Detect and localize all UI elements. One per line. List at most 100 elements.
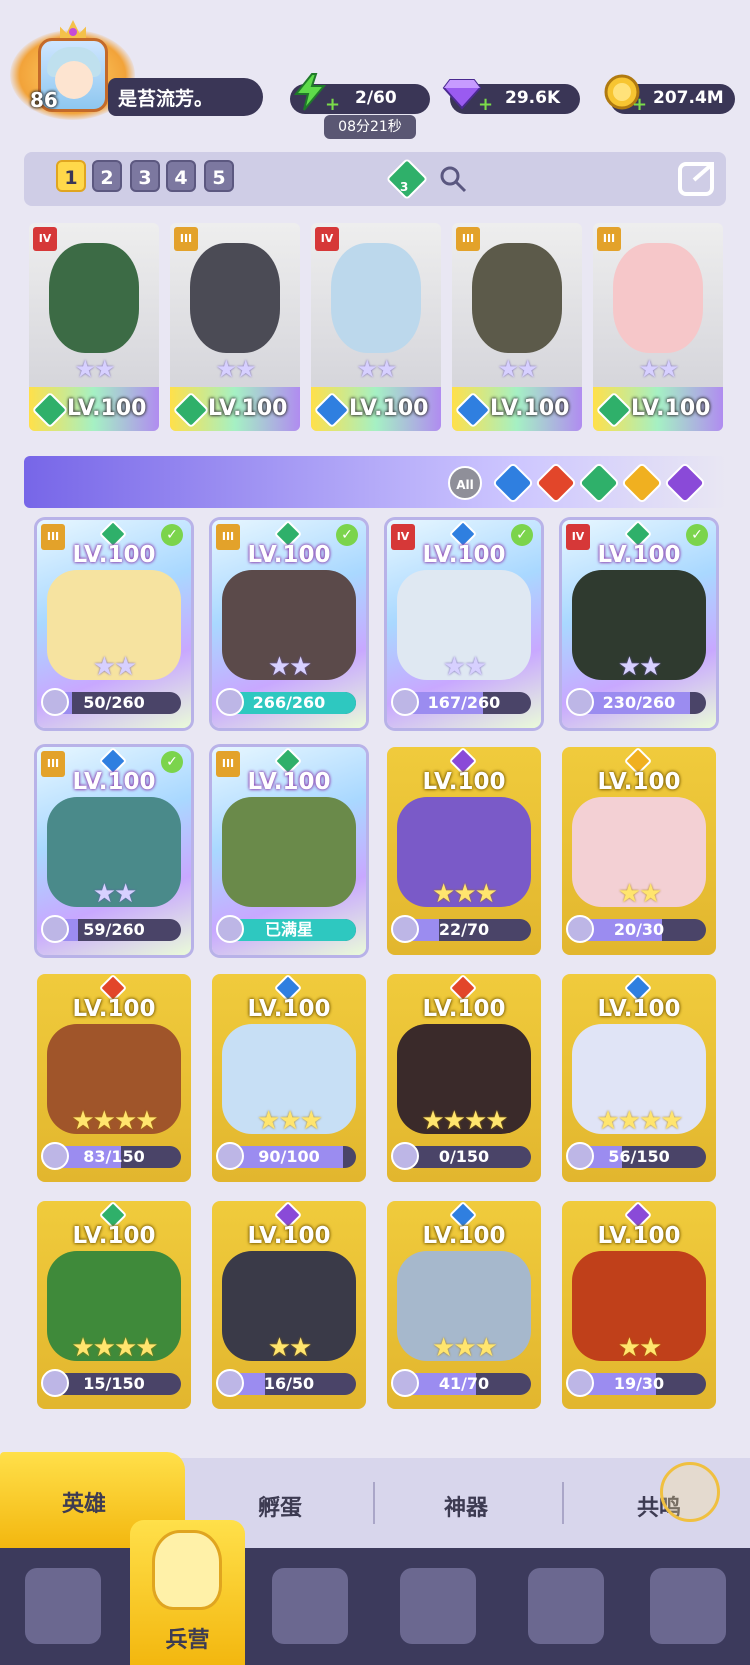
filter-bar xyxy=(24,456,726,508)
hero-card[interactable]: III ✓ LV.100 ★★ 266/260 xyxy=(212,520,366,728)
hero-card[interactable]: LV.100 ★★★★ 83/150 xyxy=(37,974,191,1182)
hero-level: LV.100 xyxy=(72,996,156,1022)
hero-card[interactable]: LV.100 ★★ 16/50 xyxy=(212,1201,366,1409)
energy-plus-icon[interactable]: + xyxy=(325,96,340,114)
hero-card[interactable]: LV.100 ★★ 19/30 xyxy=(562,1201,716,1409)
shard-count: 59/260 xyxy=(83,920,145,939)
team-element-count: 3 xyxy=(400,180,409,194)
hero-level: LV.100 xyxy=(597,542,681,568)
gem-icon xyxy=(442,79,482,110)
rank-badge: IV xyxy=(33,227,57,251)
gem-value: 29.6K xyxy=(505,88,561,108)
star-rating: ★★★ xyxy=(432,879,498,909)
shard-count: 0/150 xyxy=(438,1147,490,1166)
star-rating: ★★ xyxy=(617,879,663,909)
hero-card[interactable]: III LV.100 已满星 xyxy=(212,747,366,955)
team-slot-2[interactable]: III ★★ LV.100 xyxy=(170,223,300,431)
energy-bolt-icon xyxy=(293,73,327,111)
energy-value: 2/60 xyxy=(355,88,397,108)
hero-level: LV.100 xyxy=(422,996,506,1022)
gold-value: 207.4M xyxy=(653,88,724,108)
shard-count: 90/100 xyxy=(258,1147,320,1166)
search-icon[interactable] xyxy=(438,164,468,194)
team-level: LV.100 xyxy=(208,396,288,421)
team-slot-4[interactable]: III ★★ LV.100 xyxy=(452,223,582,431)
hero-level: LV.100 xyxy=(422,542,506,568)
hero-level: LV.100 xyxy=(422,1223,506,1249)
hero-portrait xyxy=(222,797,356,907)
hero-level: LV.100 xyxy=(247,1223,331,1249)
hero-card[interactable]: LV.100 ★★★ 90/100 xyxy=(212,974,366,1182)
team-slot-1[interactable]: IV ★★ LV.100 xyxy=(29,223,159,431)
star-rating: ★★ xyxy=(74,355,115,383)
hero-card[interactable]: III ✓ LV.100 ★★ 50/260 xyxy=(37,520,191,728)
star-rating: ★★ xyxy=(267,652,313,682)
shard-count: 15/150 xyxy=(83,1374,145,1393)
shard-count: 已满星 xyxy=(264,920,313,939)
team-slot-3[interactable]: IV ★★ LV.100 xyxy=(311,223,441,431)
star-rating: ★★ xyxy=(442,652,488,682)
hero-level: LV.100 xyxy=(597,769,681,795)
share-icon[interactable] xyxy=(676,156,720,200)
star-rating: ★★ xyxy=(356,355,397,383)
hero-card[interactable]: IV ✓ LV.100 ★★ 167/260 xyxy=(387,520,541,728)
hero-card[interactable]: LV.100 ★★★ 22/70 xyxy=(387,747,541,955)
hero-level: LV.100 xyxy=(72,542,156,568)
bottom-nav xyxy=(0,1548,750,1665)
team-tab-5[interactable]: 5 xyxy=(204,160,234,192)
hero-level: LV.100 xyxy=(247,769,331,795)
star-rating: ★★★ xyxy=(432,1333,498,1363)
hero-card[interactable]: LV.100 ★★★★ 0/150 xyxy=(387,974,541,1182)
team-level: LV.100 xyxy=(631,396,711,421)
filter-all-button[interactable]: All xyxy=(448,466,482,500)
shard-count: 22/70 xyxy=(438,920,490,939)
nav-map-icon[interactable] xyxy=(272,1568,348,1644)
divider xyxy=(373,1482,375,1524)
rank-badge: III xyxy=(456,227,480,251)
team-tab-1[interactable]: 1 xyxy=(56,160,86,192)
gold-plus-icon[interactable]: + xyxy=(632,96,647,114)
star-rating: ★★ xyxy=(497,355,538,383)
shard-count: 50/260 xyxy=(83,693,145,712)
team-tab-4[interactable]: 4 xyxy=(166,160,196,192)
star-rating: ★★ xyxy=(267,1333,313,1363)
tab-artifact[interactable]: 神器 xyxy=(444,1490,488,1522)
tab-hatch[interactable]: 孵蛋 xyxy=(258,1490,302,1522)
nav-cards-icon[interactable] xyxy=(25,1568,101,1644)
hero-card[interactable]: LV.100 ★★★★ 15/150 xyxy=(37,1201,191,1409)
shard-count: 20/30 xyxy=(613,920,665,939)
nav-guild-icon[interactable] xyxy=(400,1568,476,1644)
team-level: LV.100 xyxy=(349,396,429,421)
divider xyxy=(562,1482,564,1524)
hero-card[interactable]: LV.100 ★★★ 41/70 xyxy=(387,1201,541,1409)
star-rating: ★★★★ xyxy=(71,1106,158,1136)
hero-card[interactable]: IV ✓ LV.100 ★★ 230/260 xyxy=(562,520,716,728)
hero-level: LV.100 xyxy=(72,769,156,795)
hero-level: LV.100 xyxy=(72,1223,156,1249)
team-tab-2[interactable]: 2 xyxy=(92,160,122,192)
hero-card[interactable]: LV.100 ★★ 20/30 xyxy=(562,747,716,955)
hero-card[interactable]: LV.100 ★★★★ 56/150 xyxy=(562,974,716,1182)
hero-level: LV.100 xyxy=(597,1223,681,1249)
hero-level: LV.100 xyxy=(247,996,331,1022)
hero-card[interactable]: III ✓ LV.100 ★★ 59/260 xyxy=(37,747,191,955)
team-tab-3[interactable]: 3 xyxy=(130,160,160,192)
shard-count: 230/260 xyxy=(602,693,676,712)
barracks-shield-icon xyxy=(152,1530,222,1610)
nav-banner-icon[interactable] xyxy=(650,1568,726,1644)
rank-badge: III xyxy=(597,227,621,251)
team-slot-5[interactable]: III ★★ LV.100 xyxy=(593,223,723,431)
tab-heroes-label: 英雄 xyxy=(62,1492,107,1517)
hero-level: LV.100 xyxy=(597,996,681,1022)
floating-action-icon[interactable] xyxy=(660,1462,720,1522)
player-name: 是苔流芳。 xyxy=(118,88,214,110)
star-rating: ★★★★ xyxy=(421,1106,508,1136)
shard-count: 167/260 xyxy=(427,693,501,712)
nav-mushroom-icon[interactable] xyxy=(528,1568,604,1644)
nav-barracks-label: 兵营 xyxy=(165,1628,210,1653)
gem-plus-icon[interactable]: + xyxy=(478,96,493,114)
star-rating: ★★ xyxy=(617,652,663,682)
shard-count: 16/50 xyxy=(263,1374,315,1393)
rank-badge: III xyxy=(174,227,198,251)
shard-count: 56/150 xyxy=(608,1147,670,1166)
